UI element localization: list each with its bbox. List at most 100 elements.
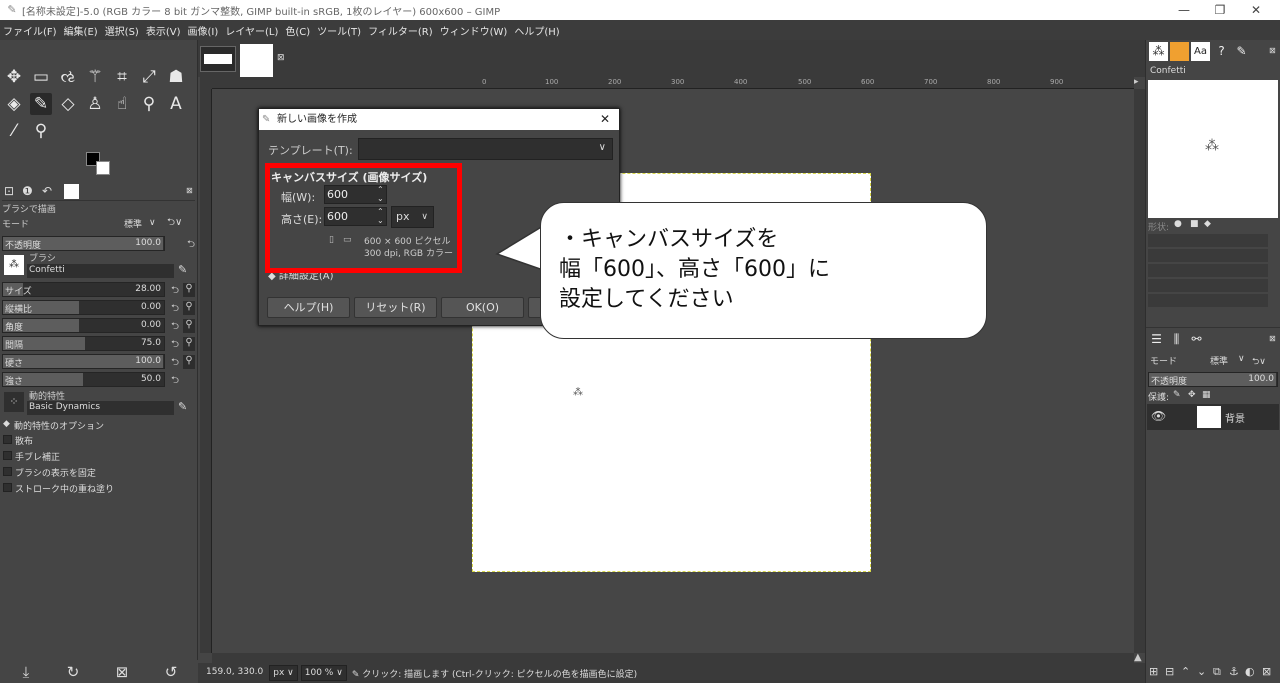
lock-pixels-icon[interactable]: ✎ xyxy=(1173,390,1181,400)
hardness-link-icon[interactable]: ⚲ xyxy=(183,355,195,369)
horizontal-scrollbar[interactable] xyxy=(212,653,1134,663)
close-image-tab-icon[interactable]: ⊠ xyxy=(277,53,285,63)
navigate-icon[interactable]: ▸ xyxy=(1134,77,1139,87)
transform-tool-icon[interactable]: ⤢ xyxy=(138,66,160,88)
tool-options-tab-icon[interactable]: ⊡ xyxy=(4,184,14,198)
save-options-icon[interactable]: ⤓ xyxy=(17,663,35,681)
ok-button[interactable]: OK(O) xyxy=(441,297,524,318)
help-button[interactable]: ヘルプ(H) xyxy=(267,297,350,318)
help-tab-icon[interactable]: ? xyxy=(1212,42,1231,61)
duplicate-layer-icon[interactable]: ⧉ xyxy=(1213,665,1221,679)
layers-mode-select[interactable]: 標準 xyxy=(1210,354,1228,367)
menu-filters[interactable]: フィルター(R) xyxy=(368,23,433,38)
visibility-eye-icon[interactable]: 👁 xyxy=(1151,409,1166,423)
bucket-fill-tool-icon[interactable]: ◈ xyxy=(3,93,25,115)
paintbrush-tool-icon[interactable]: ✎ xyxy=(30,93,52,115)
spacing-slider[interactable]: 間隔 75.0 xyxy=(2,336,165,351)
dynamics-name-field[interactable]: Basic Dynamics xyxy=(27,401,174,415)
template-select[interactable]: ∨ xyxy=(358,138,613,160)
image-tab-thumbnail-1[interactable] xyxy=(200,46,236,72)
layers-mode-reset-icon[interactable]: ⮌∨ xyxy=(1252,354,1266,370)
anchor-layer-icon[interactable]: ⚓ xyxy=(1229,665,1239,678)
incremental-checkbox[interactable] xyxy=(3,483,12,492)
paths-tab-icon[interactable]: ⚯ xyxy=(1187,330,1206,349)
minimize-button[interactable]: — xyxy=(1166,0,1202,20)
close-window-button[interactable]: ✕ xyxy=(1238,0,1274,20)
new-layer-icon[interactable]: ⊞ xyxy=(1149,665,1158,678)
layer-opacity-slider[interactable]: 不透明度 100.0 xyxy=(1148,372,1278,387)
background-color-swatch[interactable] xyxy=(96,161,110,175)
unit-select[interactable]: px ∨ xyxy=(269,665,298,681)
brushes-tab-icon[interactable]: ⁂ xyxy=(1149,42,1168,61)
zoom-tool-icon[interactable]: ⚲ xyxy=(30,120,52,142)
size-slider[interactable]: サイズ 28.00 xyxy=(2,282,165,297)
shape-square-icon[interactable]: ■ xyxy=(1190,219,1199,229)
brush-preview[interactable]: ⁂ xyxy=(4,255,24,275)
fuzzy-select-tool-icon[interactable]: ⚚ xyxy=(84,66,106,88)
lock-alpha-icon[interactable]: ▦ xyxy=(1202,390,1211,400)
delete-layer-icon[interactable]: ⊠ xyxy=(1262,665,1271,678)
raise-layer-icon[interactable]: ⌃ xyxy=(1181,665,1190,678)
opacity-slider[interactable]: 不透明度 100.0 xyxy=(2,236,165,251)
opacity-reset-icon[interactable]: ⮌ xyxy=(185,237,197,251)
scatter-checkbox[interactable] xyxy=(3,435,12,444)
lasso-tool-icon[interactable]: ઌ xyxy=(57,66,79,88)
brush-tool-tab-icon[interactable]: ✎ xyxy=(1232,42,1251,61)
menu-view[interactable]: 表示(V) xyxy=(146,23,181,38)
lower-layer-icon[interactable]: ⌄ xyxy=(1197,665,1206,678)
dock-menu-icon[interactable]: ⊠ xyxy=(1269,46,1276,55)
menu-windows[interactable]: ウィンドウ(W) xyxy=(440,23,508,38)
chevron-down-icon[interactable]: ∨ xyxy=(1238,354,1245,364)
spacing-link-icon[interactable]: ⚲ xyxy=(183,337,195,351)
restore-options-icon[interactable]: ↻ xyxy=(64,663,82,681)
aspect-link-icon[interactable]: ⚲ xyxy=(183,301,195,315)
text-tool-icon[interactable]: A xyxy=(165,93,187,115)
maximize-button[interactable]: ❐ xyxy=(1202,0,1238,20)
eraser-tool-icon[interactable]: ◇ xyxy=(57,93,79,115)
hardness-reset-icon[interactable]: ⮌ xyxy=(169,355,181,369)
lock-brush-checkbox[interactable] xyxy=(3,467,12,476)
smooth-checkbox[interactable] xyxy=(3,451,12,460)
patterns-tab-icon[interactable] xyxy=(1170,42,1189,61)
reset-options-icon[interactable]: ↺ xyxy=(162,663,180,681)
zoom-lock-icon[interactable]: ▲ xyxy=(1134,652,1142,663)
shape-diamond-icon[interactable]: ◆ xyxy=(1204,219,1211,229)
force-reset-icon[interactable]: ⮌ xyxy=(169,373,181,387)
new-group-icon[interactable]: ⊟ xyxy=(1165,665,1174,678)
fonts-tab-icon[interactable]: Aa xyxy=(1191,42,1210,61)
images-tab-icon[interactable] xyxy=(64,184,79,199)
menu-tools[interactable]: ツール(T) xyxy=(317,23,361,38)
smudge-tool-icon[interactable]: ☝ xyxy=(111,93,133,115)
expand-dynamics-options-icon[interactable]: ◆ xyxy=(3,419,10,429)
crop-tool-icon[interactable]: ⌗ xyxy=(111,66,133,88)
size-link-icon[interactable]: ⚲ xyxy=(183,283,195,297)
paths-tool-icon[interactable]: ⚲ xyxy=(138,93,160,115)
menu-colors[interactable]: 色(C) xyxy=(285,23,310,38)
device-status-tab-icon[interactable]: ❶ xyxy=(22,184,33,198)
dynamics-options-label[interactable]: 動的特性のオプション xyxy=(14,419,104,432)
reset-button[interactable]: リセット(R) xyxy=(354,297,437,318)
force-slider[interactable]: 強さ 50.0 xyxy=(2,372,165,387)
size-reset-icon[interactable]: ⮌ xyxy=(169,283,181,297)
brush-preview-large[interactable]: ⁂ xyxy=(1148,80,1278,218)
menu-select[interactable]: 選択(S) xyxy=(105,23,139,38)
edit-dynamics-icon[interactable]: ✎ xyxy=(178,400,187,413)
angle-link-icon[interactable]: ⚲ xyxy=(183,319,195,333)
reset-mode-icon[interactable]: ⮌∨ xyxy=(167,215,182,232)
image-tab-thumbnail-2[interactable] xyxy=(240,44,273,77)
vertical-scrollbar[interactable] xyxy=(1134,89,1145,653)
close-dialog-button[interactable]: ✕ xyxy=(600,109,610,130)
mode-select[interactable]: 標準 xyxy=(124,217,142,230)
layer-name[interactable]: 背景 xyxy=(1225,410,1245,425)
warp-tool-icon[interactable]: ☗ xyxy=(165,66,187,88)
layer-row-background[interactable]: 👁 背景 xyxy=(1147,404,1279,430)
undo-history-tab-icon[interactable]: ↶ xyxy=(42,184,52,198)
aspect-ratio-slider[interactable]: 縦横比 0.00 xyxy=(2,300,165,315)
move-tool-icon[interactable]: ✥ xyxy=(3,66,25,88)
brush-name-field[interactable]: Confetti xyxy=(27,264,174,278)
layers-tab-icon[interactable]: ☰ xyxy=(1147,330,1166,349)
layers-menu-icon[interactable]: ⊠ xyxy=(1269,334,1276,343)
menu-file[interactable]: ファイル(F) xyxy=(3,23,57,38)
color-picker-tool-icon[interactable]: ⁄ xyxy=(3,120,25,142)
hardness-slider[interactable]: 硬さ 100.0 xyxy=(2,354,165,369)
